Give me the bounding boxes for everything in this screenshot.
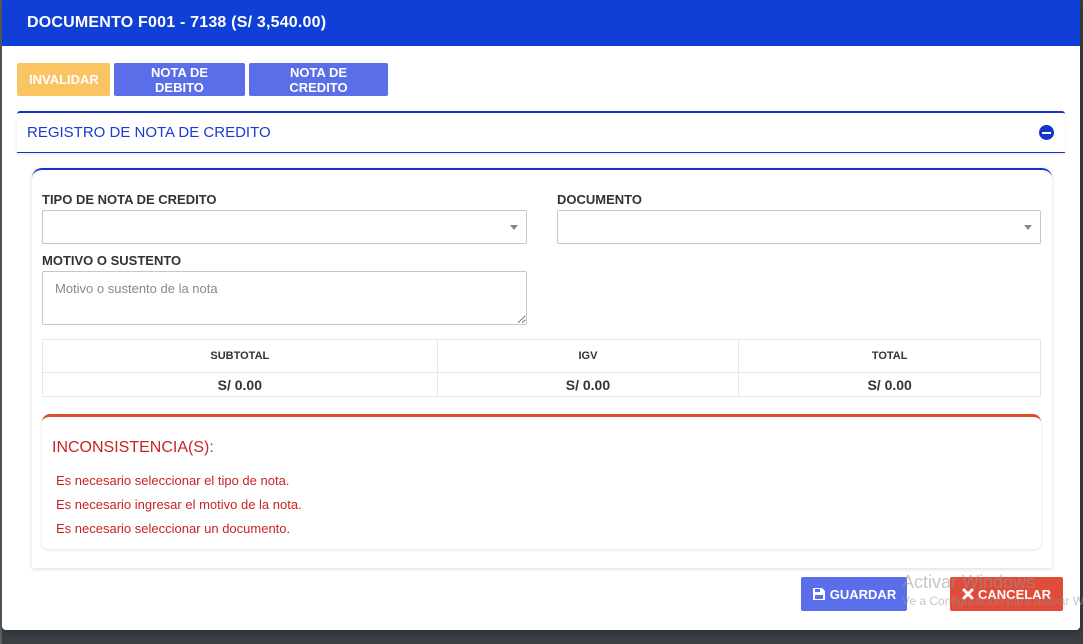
totals-value-row: S/ 0.00 S/ 0.00 S/ 0.00 <box>42 372 1041 397</box>
document-select[interactable] <box>557 210 1041 244</box>
x-icon <box>962 588 974 600</box>
total-header: TOTAL <box>738 339 1041 373</box>
save-label: GUARDAR <box>829 586 897 602</box>
alert-title: INCONSISTENCIA(S): <box>52 439 214 456</box>
chevron-down-icon <box>1024 225 1032 230</box>
igv-value: S/ 0.00 <box>436 372 740 397</box>
total-value: S/ 0.00 <box>738 372 1041 397</box>
document-actions: INVALIDAR NOTA DE DEBITO NOTA DE CREDITO <box>17 63 388 96</box>
credit-note-panel: REGISTRO DE NOTA DE CREDITO TIPO DE NOTA… <box>17 111 1065 568</box>
igv-header: IGV <box>436 339 740 373</box>
subtotal-value: S/ 0.00 <box>42 372 438 397</box>
credit-note-modal: DOCUMENTO F001 - 7138 (S/ 3,540.00) INVA… <box>2 0 1080 630</box>
reason-textarea[interactable] <box>42 271 527 325</box>
note-type-select[interactable] <box>42 210 527 244</box>
alert-message: Es necesario seleccionar el tipo de nota… <box>56 473 290 488</box>
save-button[interactable]: GUARDAR <box>801 577 907 611</box>
collapse-icon[interactable] <box>1039 125 1054 140</box>
chevron-down-icon <box>510 225 518 230</box>
form-box: TIPO DE NOTA DE CREDITO DOCUMENTO MOTIVO… <box>32 168 1052 568</box>
reason-label: MOTIVO O SUSTENTO <box>42 253 182 268</box>
panel-title: REGISTRO DE NOTA DE CREDITO <box>27 124 271 141</box>
floppy-icon <box>812 588 825 600</box>
invalidate-button[interactable]: INVALIDAR <box>17 63 110 96</box>
totals-header-row: SUBTOTAL IGV TOTAL <box>42 339 1041 373</box>
credit-note-button[interactable]: NOTA DE CREDITO <box>249 63 388 96</box>
panel-header: REGISTRO DE NOTA DE CREDITO <box>17 113 1065 153</box>
cancel-button[interactable]: CANCELAR <box>950 577 1063 611</box>
document-label: DOCUMENTO <box>557 192 642 207</box>
debit-note-button[interactable]: NOTA DE DEBITO <box>114 63 245 96</box>
cancel-label: CANCELAR <box>978 586 1051 602</box>
subtotal-header: SUBTOTAL <box>42 339 438 373</box>
note-type-label: TIPO DE NOTA DE CREDITO <box>42 192 217 207</box>
alert-message: Es necesario ingresar el motivo de la no… <box>56 497 302 512</box>
inconsistency-alert: INCONSISTENCIA(S): Es necesario seleccio… <box>42 414 1041 549</box>
alert-message: Es necesario seleccionar un documento. <box>56 521 291 536</box>
modal-title: DOCUMENTO F001 - 7138 (S/ 3,540.00) <box>27 14 327 31</box>
modal-header: DOCUMENTO F001 - 7138 (S/ 3,540.00) <box>2 0 1080 46</box>
totals-table: SUBTOTAL IGV TOTAL S/ 0.00 S/ 0.00 S/ 0.… <box>42 339 1041 397</box>
